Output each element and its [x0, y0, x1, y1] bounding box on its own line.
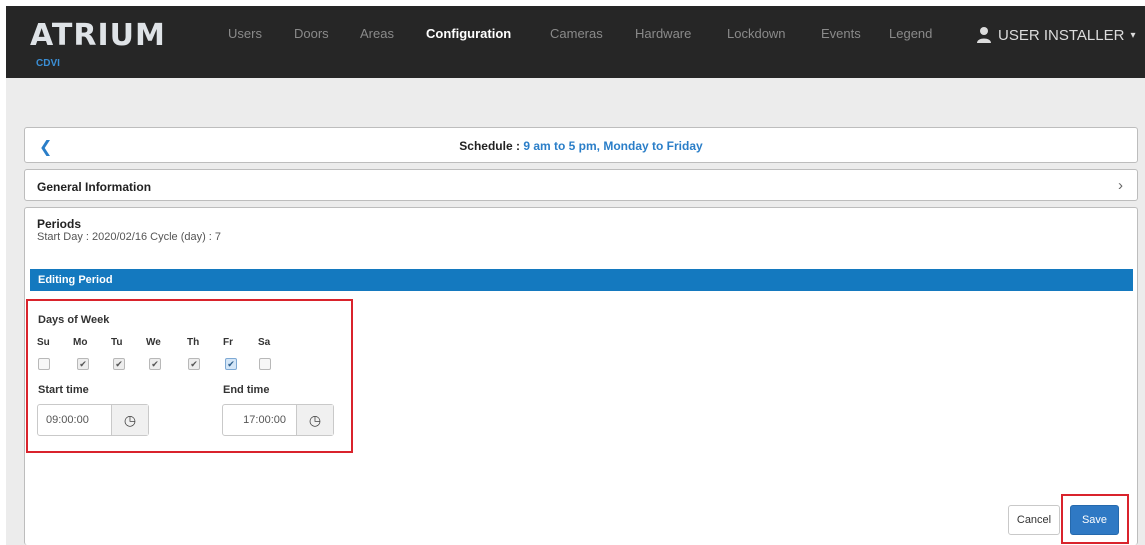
top-navbar: ATRIUM CDVI Users Doors Areas Configurat… — [6, 6, 1145, 78]
user-menu[interactable]: USER INSTALLER ▾ — [976, 26, 1135, 44]
atrium-logo[interactable]: ATRIUM — [30, 18, 166, 53]
editing-period-header: Editing Period — [30, 269, 1133, 291]
user-icon — [977, 27, 991, 43]
nav-configuration[interactable]: Configuration — [426, 26, 511, 41]
general-information-section[interactable]: General Information › — [24, 169, 1138, 201]
general-information-label: General Information — [37, 180, 152, 194]
nav-lockdown[interactable]: Lockdown — [727, 26, 786, 41]
schedule-header: ❮ Schedule : 9 am to 5 pm, Monday to Fri… — [24, 127, 1138, 163]
chevron-right-icon[interactable]: › — [1118, 177, 1123, 194]
nav-legend[interactable]: Legend — [889, 26, 932, 41]
schedule-label: Schedule : — [459, 139, 520, 153]
nav-cameras[interactable]: Cameras — [550, 26, 603, 41]
schedule-name: 9 am to 5 pm, Monday to Friday — [523, 139, 703, 153]
caret-down-icon: ▾ — [1130, 29, 1136, 41]
periods-title: Periods — [37, 217, 82, 231]
save-button[interactable]: Save — [1070, 505, 1119, 535]
user-name: USER INSTALLER — [998, 26, 1125, 44]
annotation-highlight-period — [26, 299, 353, 453]
nav-events[interactable]: Events — [821, 26, 861, 41]
nav-doors[interactable]: Doors — [294, 26, 329, 41]
nav-areas[interactable]: Areas — [360, 26, 394, 41]
cancel-button[interactable]: Cancel — [1008, 505, 1060, 535]
cdvi-logo: CDVI — [36, 58, 60, 69]
periods-info: Start Day : 2020/02/16 Cycle (day) : 7 — [37, 231, 222, 243]
schedule-title: Schedule : 9 am to 5 pm, Monday to Frida… — [25, 139, 1137, 153]
nav-users[interactable]: Users — [228, 26, 262, 41]
nav-hardware[interactable]: Hardware — [635, 26, 691, 41]
